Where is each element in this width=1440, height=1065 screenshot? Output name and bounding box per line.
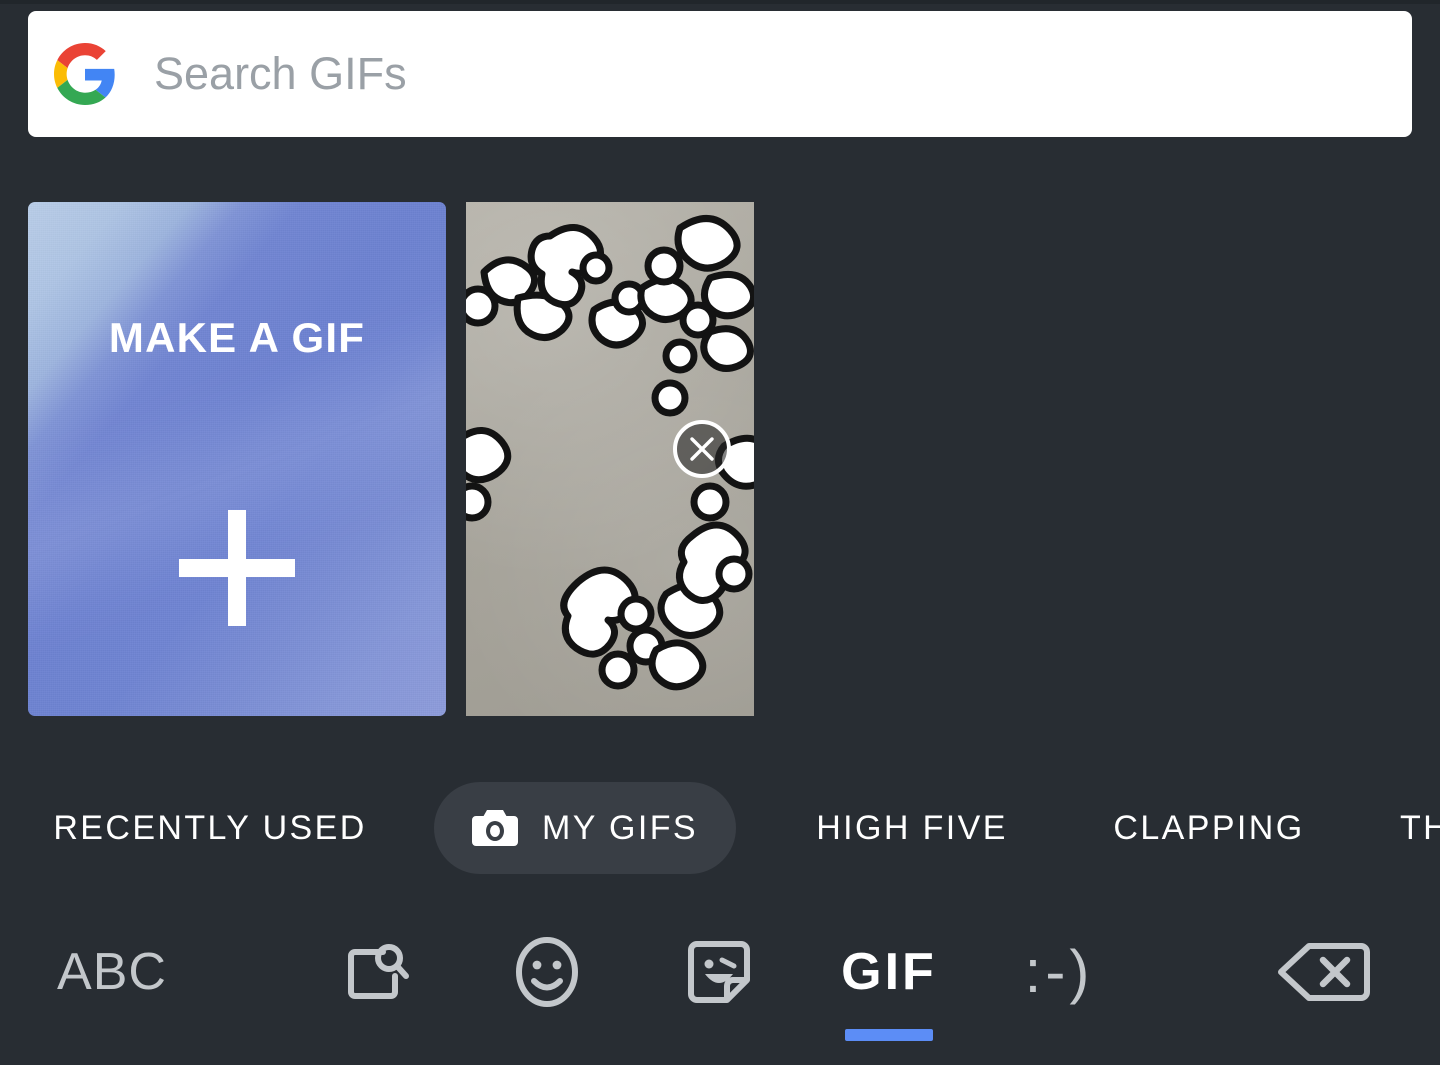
close-icon	[690, 437, 714, 461]
tab-label: HIGH FIVE	[816, 808, 1008, 847]
smiley-face-icon	[516, 936, 578, 1007]
clipboard-search-button[interactable]	[300, 904, 450, 1039]
search-input[interactable]	[154, 44, 1254, 104]
gif-category-tabs: RECENTLY USED MY GIFS HIGH FIVE CLAPPING…	[0, 782, 1440, 882]
camera-icon	[472, 810, 518, 846]
selected-tab-indicator	[845, 1029, 933, 1041]
tab-recently-used[interactable]: RECENTLY USED	[52, 782, 368, 874]
google-g-logo-icon	[54, 43, 115, 105]
tab-clapping[interactable]: CLAPPING	[1112, 782, 1306, 874]
sticker-button[interactable]	[644, 904, 794, 1039]
tab-label: RECENTLY USED	[53, 808, 367, 847]
keyboard-toolbar: ABC GIF:-)	[0, 904, 1440, 1065]
tab-label: CLAPPING	[1113, 808, 1305, 847]
make-a-gif-label: MAKE A GIF	[108, 314, 366, 361]
remove-gif-button[interactable]	[673, 420, 731, 478]
abc-key-button[interactable]: ABC	[22, 904, 202, 1039]
backspace-icon	[1278, 942, 1370, 1001]
search-bar[interactable]	[28, 11, 1412, 137]
emoji-button[interactable]	[472, 904, 622, 1039]
tab-label: MY GIFS	[542, 808, 698, 847]
tab-thumbs-up-truncated[interactable]: TH	[1400, 782, 1440, 874]
emoticon-button[interactable]: :-)	[984, 904, 1134, 1039]
backspace-button[interactable]	[1250, 904, 1400, 1039]
abc-label: ABC	[57, 942, 167, 1001]
tab-my-gifs[interactable]: MY GIFS	[434, 782, 736, 874]
gif-button[interactable]: GIF	[814, 904, 964, 1039]
emoticon-label: :-)	[1024, 938, 1094, 1005]
gif-keyboard-panel: MAKE A GIF	[0, 4, 1440, 1065]
tab-high-five[interactable]: HIGH FIVE	[812, 782, 1012, 874]
plus-icon	[179, 510, 295, 626]
tab-label: TH	[1400, 808, 1440, 847]
gif-label: GIF	[841, 942, 937, 1001]
sticker-icon	[688, 940, 750, 1003]
document-search-icon	[348, 943, 409, 999]
make-a-gif-card[interactable]: MAKE A GIF	[28, 202, 446, 716]
gif-results-grid: MAKE A GIF	[0, 198, 1440, 718]
